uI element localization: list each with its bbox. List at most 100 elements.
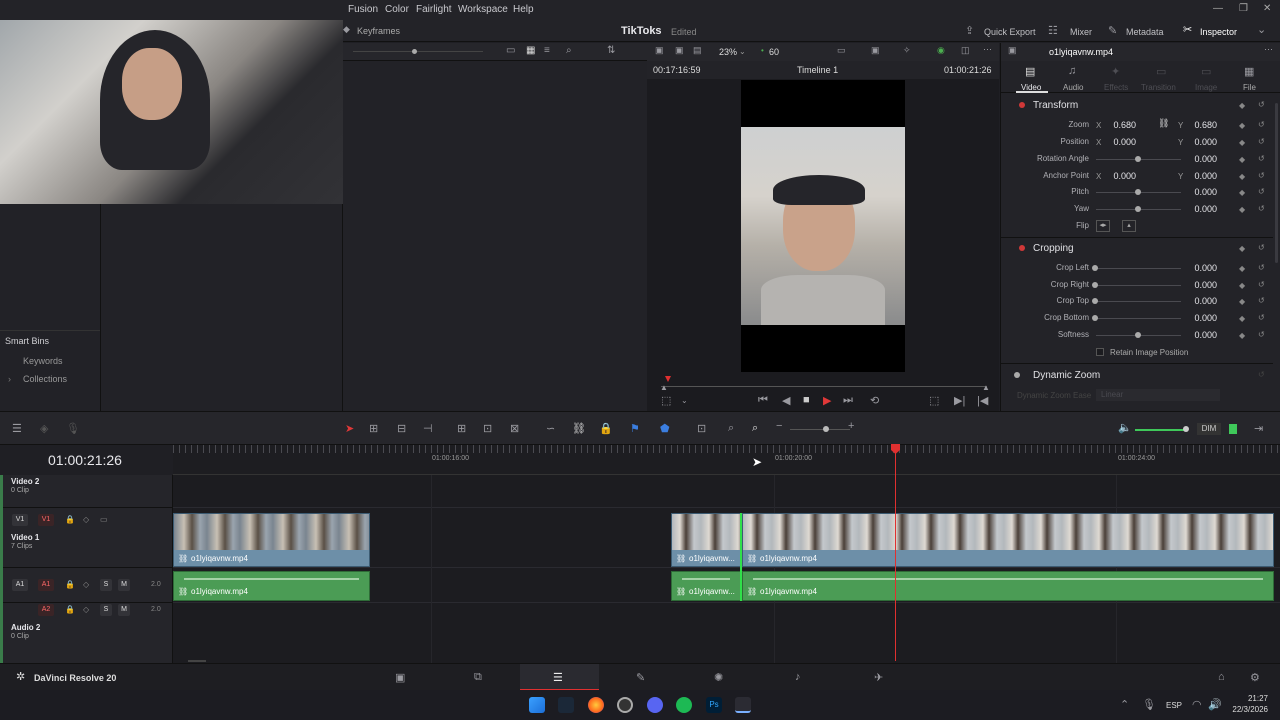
inspector-more-icon[interactable]: ⋯ xyxy=(1264,44,1273,55)
cut-page-icon[interactable]: ⧉ xyxy=(474,671,482,684)
zoom-y-field[interactable]: 0.680 xyxy=(1187,120,1217,130)
crop-left-knob[interactable] xyxy=(1092,265,1098,271)
home-icon[interactable]: ⌂ xyxy=(1218,671,1225,683)
search-icon[interactable]: ⌕ xyxy=(566,45,572,56)
volume-slider[interactable] xyxy=(1135,429,1187,431)
scrubber-bar[interactable] xyxy=(661,386,987,387)
trim-tool-icon[interactable]: ⊞ xyxy=(369,422,378,435)
link-icon[interactable]: ⛓ xyxy=(1158,118,1169,129)
position-lock-icon[interactable]: 🔒 xyxy=(599,422,613,435)
menu-color[interactable]: Color xyxy=(385,4,409,15)
yaw-field[interactable]: 0.000 xyxy=(1187,204,1217,214)
video-tab-icon[interactable]: ▤ xyxy=(1025,65,1035,78)
crop-dropdown-icon[interactable]: ⌄ xyxy=(681,396,688,405)
solo-button[interactable]: S xyxy=(100,579,112,591)
zoom-dropdown-icon[interactable]: ⌄ xyxy=(739,47,746,56)
minimize-icon[interactable]: — xyxy=(1213,3,1223,14)
tray-chevron-icon[interactable]: ⌃ xyxy=(1120,698,1129,711)
mute-button[interactable]: M xyxy=(118,604,130,616)
reset-icon[interactable]: ↺ xyxy=(1258,296,1265,305)
replace-clip-icon[interactable]: ⊠ xyxy=(510,422,519,435)
keyframe-diamond-icon[interactable]: ◆ xyxy=(1239,264,1245,273)
marker-icon[interactable]: ⬟ xyxy=(660,422,670,435)
position-y-field[interactable]: 0.000 xyxy=(1187,137,1217,147)
audio-clip[interactable]: ⛓ o1lyiqavnw.mp4 xyxy=(173,571,370,601)
reset-icon[interactable]: ↺ xyxy=(1258,330,1265,339)
microphone-icon[interactable]: 🎙 xyxy=(1142,698,1156,711)
edit-page-icon[interactable]: ☰ xyxy=(553,671,563,684)
reset-icon[interactable]: ↺ xyxy=(1258,204,1265,213)
keyframe-diamond-icon[interactable]: ◆ xyxy=(1239,331,1245,340)
menu-workspace[interactable]: Workspace xyxy=(458,4,508,15)
dest-a2-tag[interactable]: A2 xyxy=(38,604,54,616)
bin-collections[interactable]: Collections xyxy=(23,374,67,384)
audio-scrub-icon[interactable]: ◉ xyxy=(937,45,945,56)
video-preview[interactable] xyxy=(741,80,905,372)
video-clip[interactable]: ⛓ o1lyiqavnw.mp4 xyxy=(173,513,370,567)
fusion-page-icon[interactable]: ✎ xyxy=(636,671,645,684)
keyframe-diamond-icon[interactable]: ◆ xyxy=(1239,172,1245,181)
cropping-section-header[interactable]: Cropping ◆ ↺ xyxy=(1001,240,1273,258)
pitch-field[interactable]: 0.000 xyxy=(1187,187,1217,197)
timeline-tracks[interactable]: ⛓ o1lyiqavnw.mp4 ⛓ o1lyiqavnw... ⛓ o1lyi… xyxy=(173,475,1280,663)
timeline-name[interactable]: Timeline 1 xyxy=(797,65,838,75)
crop-bottom-field[interactable]: 0.000 xyxy=(1187,313,1217,323)
dest-a1-tag[interactable]: A1 xyxy=(38,579,54,591)
more-options-icon[interactable]: ⋯ xyxy=(983,44,992,55)
scrubber-playhead[interactable] xyxy=(665,376,671,382)
fairlight-page-icon[interactable]: ♪ xyxy=(795,671,801,683)
quick-export-button[interactable]: Quick Export xyxy=(984,27,1036,37)
chevron-right-icon[interactable]: › xyxy=(8,374,11,384)
dynamic-trim-icon[interactable]: ⊟ xyxy=(397,422,406,435)
keyframe-diamond-icon[interactable]: ◆ xyxy=(1239,155,1245,164)
softness-field[interactable]: 0.000 xyxy=(1187,330,1217,340)
menu-help[interactable]: Help xyxy=(513,4,534,15)
anchor-y-field[interactable]: 0.000 xyxy=(1187,171,1217,181)
volume-knob[interactable] xyxy=(1183,426,1189,432)
mixer-button[interactable]: Mixer xyxy=(1070,27,1092,37)
viewer-mode-icon[interactable]: ▭ xyxy=(837,45,846,56)
source-a1-tag[interactable]: A1 xyxy=(12,579,28,591)
keyframe-diamond-icon[interactable]: ◆ xyxy=(1239,244,1245,253)
keyframe-diamond-icon[interactable]: ◆ xyxy=(1239,314,1245,323)
skip-end-icon[interactable]: ⏭ xyxy=(843,394,853,407)
flag-icon[interactable]: ⚑ xyxy=(630,422,640,435)
crop-tool-icon[interactable]: ⬚ xyxy=(661,394,671,407)
selection-tool-icon[interactable]: ➤ xyxy=(345,422,354,435)
tab-file[interactable]: File xyxy=(1243,83,1256,92)
flip-horizontal-icon[interactable]: ◂▸ xyxy=(1096,220,1110,232)
language-indicator[interactable]: ESP xyxy=(1166,701,1182,710)
stop-icon[interactable]: ■ xyxy=(803,394,810,406)
transform-section-header[interactable]: Transform ◆ ↺ xyxy=(1001,97,1273,115)
yaw-slider-knob[interactable] xyxy=(1135,206,1141,212)
wifi-icon[interactable]: ◠ xyxy=(1192,698,1202,711)
solo-button[interactable]: S xyxy=(100,604,112,616)
lock-icon[interactable]: 🔒 xyxy=(65,605,75,614)
crop-right-knob[interactable] xyxy=(1092,282,1098,288)
clock-time[interactable]: 21:27 xyxy=(1228,694,1268,703)
bin-keywords[interactable]: Keywords xyxy=(23,356,63,366)
audio-clip[interactable]: ⛓ o1lyiqavnw.mp4 xyxy=(742,571,1274,601)
dim-button[interactable]: DIM xyxy=(1197,423,1221,435)
keyframe-diamond-icon[interactable]: ◆ xyxy=(1239,188,1245,197)
pitch-slider-knob[interactable] xyxy=(1135,189,1141,195)
position-x-field[interactable]: 0.000 xyxy=(1106,137,1136,147)
reset-icon[interactable]: ↺ xyxy=(1258,154,1265,163)
timeline-timecode[interactable]: 01:00:21:26 xyxy=(48,452,122,468)
auto-select-icon[interactable]: ◇ xyxy=(83,580,89,589)
speaker-icon[interactable]: 🔊 xyxy=(1208,698,1222,711)
close-icon[interactable]: ✕ xyxy=(1263,3,1271,14)
viewer-layout-icon[interactable]: ▤ xyxy=(693,45,702,56)
davinci-taskbar-icon[interactable] xyxy=(735,697,751,713)
dynamic-zoom-section-header[interactable]: Dynamic Zoom ↺ xyxy=(1001,367,1273,385)
overwrite-clip-icon[interactable]: ⊡ xyxy=(483,422,492,435)
snap-icon[interactable]: ◈ xyxy=(40,422,48,435)
audio-clip[interactable]: ⛓ o1lyiqavnw... xyxy=(671,571,741,601)
horizontal-scrollbar[interactable] xyxy=(188,660,206,662)
discord-icon[interactable] xyxy=(647,697,663,713)
blade-edit-icon[interactable]: ⊣ xyxy=(423,422,433,435)
timeline-zoom-knob[interactable] xyxy=(823,426,829,432)
lock-icon[interactable]: 🔒 xyxy=(65,515,75,524)
clock-date[interactable]: 22/3/2026 xyxy=(1225,705,1268,714)
deliver-page-icon[interactable]: ✈ xyxy=(874,671,883,684)
